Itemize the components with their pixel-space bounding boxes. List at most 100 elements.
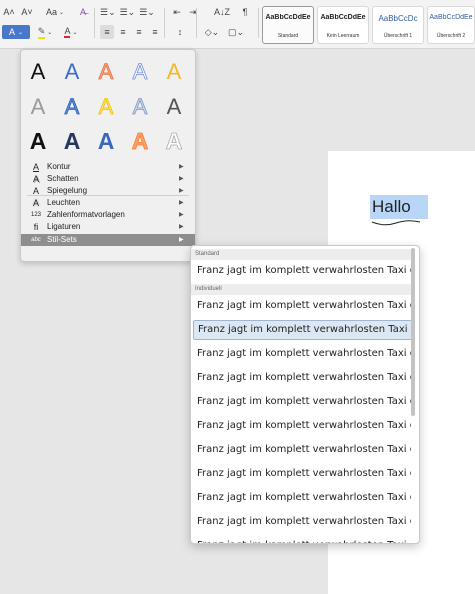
number-format-icon: 123 [31, 212, 42, 218]
document-text[interactable]: Hallo [370, 195, 428, 219]
scrollbar[interactable] [411, 248, 415, 416]
justify-icon[interactable]: ≡ [148, 25, 162, 39]
highlight-button[interactable]: ✎ ⌄ [34, 25, 56, 39]
sort-button[interactable]: A↓Z [212, 5, 232, 19]
styleset-option[interactable]: Franz jagt im komplett verwahrlosten Tax… [193, 464, 411, 484]
menu-item-label: Spiegelung [47, 186, 88, 195]
text-effect-option[interactable]: A [131, 128, 149, 155]
effects-svg: A A A A AA A A A AA A A A A [30, 59, 183, 155]
style-sample: AaBbCcDdEe [320, 14, 366, 21]
chevron-right-icon: ▶ [179, 224, 184, 230]
menu-item-zahlenformatvorlagen[interactable]: 123 Zahlenformatvorlagen ▶ [21, 209, 195, 221]
styleset-option[interactable]: Franz jagt im komplett verwahrlosten Tax… [193, 368, 411, 388]
menu-item-label: Kontur [47, 162, 71, 171]
shading-button[interactable]: ◇⌄ [202, 25, 222, 39]
glow-icon: A [32, 198, 39, 208]
menu-item-leuchten[interactable]: A Leuchten ▶ [21, 197, 195, 209]
style-caption: Überschrift 2 [436, 33, 466, 39]
text-effect-option[interactable]: A [98, 59, 114, 85]
text-effect-option[interactable]: A [132, 94, 148, 120]
bullets-icon: ☰⌄ [100, 6, 116, 17]
menu-item-ligaturen[interactable]: fi Ligaturen ▶ [21, 221, 195, 233]
text-effect-option[interactable]: A [132, 59, 148, 85]
chevron-right-icon: ▶ [179, 176, 184, 182]
text-effect-option[interactable]: A [31, 59, 46, 84]
style-ueberschrift-2[interactable]: AaBbCcDdEe Überschrift 2 [427, 6, 475, 44]
style-standard[interactable]: AaBbCcDdEe Standard [262, 6, 314, 44]
line-spacing-button[interactable]: ↕ [170, 25, 190, 39]
text-effect-option[interactable]: A [167, 94, 182, 119]
ribbon-toolbar: A˄ A˅ Aa ⌄ A̶ ☰⌄ ☰⌄ ☰⌄ ⇤ ⇥ A↓Z ¶ A ⌄ ✎ ⌄ A ⌄ ≡… [0, 0, 475, 49]
section-header-individual: Individuell [191, 284, 413, 295]
menu-item-stil-sets[interactable]: abc Stil-Sets ▶ [21, 234, 195, 246]
styleset-option[interactable]: Franz jagt im komplett verwahrlosten Tax… [193, 488, 411, 508]
styleset-option[interactable]: Franz jagt im komplett verwahrlosten Tax… [193, 320, 413, 340]
styleset-option[interactable]: Franz jagt im komplett verwahrlosten Tax… [193, 344, 411, 364]
style-ueberschrift-1[interactable]: AaBbCcDc Überschrift 1 [372, 6, 424, 44]
text-effect-option[interactable]: A [167, 59, 182, 84]
highlighter-icon: ✎ [37, 26, 46, 39]
menu-item-kontur[interactable]: A Kontur ▶ [21, 161, 195, 173]
style-sample: AaBbCcDdEe [429, 14, 473, 21]
ligature-icon: fi [33, 222, 39, 232]
styleset-option[interactable]: Franz jagt im komplett verwahrlosten Tax… [193, 536, 411, 543]
text-effect-option[interactable]: A [98, 128, 115, 154]
text-effect-option[interactable]: A [165, 128, 183, 155]
menu-item-spiegelung[interactable]: A Spiegelung ▶ [21, 185, 195, 197]
menu-item-label: Ligaturen [47, 222, 81, 231]
chevron-right-icon: ▶ [179, 237, 184, 243]
stylistic-sets-submenu: Standard Franz jagt im komplett verwahrl… [190, 245, 420, 544]
style-caption: Standard [277, 33, 299, 39]
outline-icon: A [32, 162, 39, 172]
text-effect-option[interactable]: A [98, 94, 114, 120]
align-right-icon[interactable]: ≡ [132, 25, 146, 39]
borders-button[interactable]: ▢⌄ [226, 25, 246, 39]
text-effect-option[interactable]: A [30, 128, 47, 154]
styleset-standard[interactable]: Franz jagt im komplett verwahrlosten Tax… [193, 261, 411, 281]
styleset-option[interactable]: Franz jagt im komplett verwahrlosten Tax… [193, 440, 411, 460]
case-label: Aa [45, 7, 57, 17]
style-caption: Überschrift 1 [383, 33, 413, 39]
chevron-down-icon: ⌄ [47, 29, 53, 36]
change-case-button[interactable]: Aa ⌄ [44, 5, 66, 19]
style-caption: Kein Leerraum [326, 33, 360, 39]
shadow-icon: A [32, 174, 39, 184]
chevron-down-icon: ⌄ [17, 29, 24, 36]
styleset-option[interactable]: Franz jagt im komplett verwahrlosten Tax… [193, 416, 411, 436]
clear-formatting-button[interactable]: A̶ [76, 5, 90, 19]
divider [258, 8, 259, 38]
menu-item-schatten[interactable]: A Schatten ▶ [21, 173, 195, 185]
chevron-right-icon: ▶ [179, 212, 184, 218]
style-kein-leerraum[interactable]: AaBbCcDdEe Kein Leerraum [317, 6, 369, 44]
text-effects-icon: A [8, 27, 15, 37]
menu-item-label: Zahlenformatvorlagen [47, 210, 125, 219]
styleset-option[interactable]: Franz jagt im komplett verwahrlosten Tax… [193, 296, 411, 316]
chevron-down-icon: ⌄ [72, 29, 78, 36]
text-effects-menu: AAAAAAAAAAAAAAA A Kontur ▶ A Schatten ▶ A Spi… [20, 49, 196, 262]
menu-item-label: Stil-Sets [47, 235, 77, 244]
text-effect-option[interactable]: A [64, 128, 81, 154]
align-center-icon[interactable]: ≡ [116, 25, 130, 39]
chevron-right-icon: ▶ [179, 200, 184, 206]
styleset-option[interactable]: Franz jagt im komplett verwahrlosten Tax… [193, 512, 411, 532]
list-buttons[interactable]: ☰⌄ ☰⌄ ☰⌄ [100, 5, 160, 19]
divider [164, 8, 165, 38]
font-color-button[interactable]: A ⌄ [60, 25, 82, 39]
divider [196, 8, 197, 38]
text-effect-option[interactable]: A [31, 94, 46, 119]
spelling-underline [371, 220, 421, 226]
text-effect-option[interactable]: A [65, 59, 80, 84]
align-left-icon[interactable]: ≡ [100, 25, 114, 39]
styleset-option[interactable]: Franz jagt im komplett verwahrlosten Tax… [193, 392, 411, 412]
section-header-standard: Standard [191, 249, 413, 260]
style-sample: AaBbCcDc [378, 14, 418, 23]
pilcrow-button[interactable]: ¶ [240, 5, 250, 19]
shrink-font-button[interactable]: A˅ [20, 5, 34, 19]
chevron-right-icon: ▶ [179, 164, 184, 170]
decrease-indent-icon[interactable]: ⇤ [170, 5, 184, 19]
increase-indent-icon[interactable]: ⇥ [186, 5, 200, 19]
text-effect-option[interactable]: A [64, 94, 80, 120]
text-effects-button[interactable]: A ⌄ [2, 25, 30, 39]
style-sample: AaBbCcDdEe [265, 14, 311, 21]
grow-font-button[interactable]: A˄ [2, 5, 16, 19]
